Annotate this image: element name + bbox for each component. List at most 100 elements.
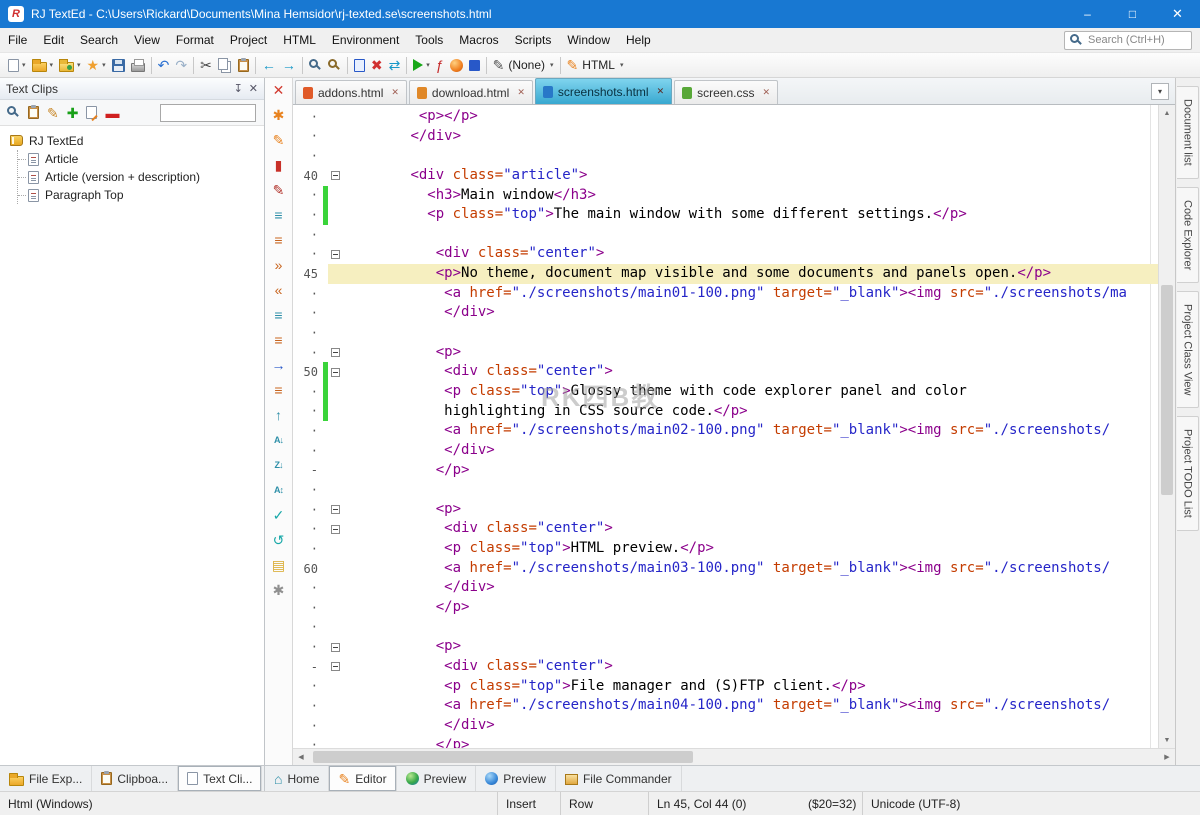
fold-column[interactable] <box>328 368 343 377</box>
sync-scroll-button[interactable]: ⇄ <box>386 54 404 76</box>
fold-column[interactable] <box>328 348 343 357</box>
close-button[interactable]: ✕ <box>1155 0 1200 28</box>
options-button[interactable]: ✱ <box>273 107 285 123</box>
syntax-scheme-button[interactable]: ✎(None)▾ <box>490 54 557 76</box>
join-lines-button[interactable]: ≡ <box>274 232 282 248</box>
view-tab-preview[interactable]: Preview <box>476 766 556 791</box>
code-line[interactable]: <p></p> <box>343 107 1158 127</box>
right-tab-document-list[interactable]: Document list <box>1177 86 1199 179</box>
menu-format[interactable]: Format <box>168 29 222 51</box>
code-line[interactable]: <p class="top">File manager and (S)FTP c… <box>343 677 1158 697</box>
menu-help[interactable]: Help <box>618 29 659 51</box>
code-line[interactable]: <div class="center"> <box>343 362 1158 382</box>
view-tab-home[interactable]: ⌂Home <box>265 766 329 791</box>
print-button[interactable] <box>128 54 148 76</box>
dropdown-arrow-icon[interactable]: ▾ <box>620 61 624 69</box>
line-operations-button[interactable]: ≡ <box>274 382 282 398</box>
menu-macros[interactable]: Macros <box>451 29 506 51</box>
fold-column[interactable] <box>328 505 343 514</box>
line-number[interactable]: · <box>293 542 323 556</box>
split-lines-button[interactable]: ≡ <box>274 332 282 348</box>
code-line[interactable]: <p> <box>343 637 1158 657</box>
fold-marker-icon[interactable] <box>331 348 340 357</box>
line-number[interactable]: · <box>293 679 323 693</box>
fold-column[interactable] <box>328 643 343 652</box>
fold-marker-icon[interactable] <box>331 505 340 514</box>
doc-tab-download-html[interactable]: download.html✕ <box>409 80 533 104</box>
tree-root[interactable]: RJ TextEd <box>10 131 264 150</box>
scroll-right-icon[interactable]: ▶ <box>1159 753 1175 761</box>
run-preview-button[interactable]: ▾ <box>410 54 433 76</box>
line-number[interactable]: - <box>293 463 323 477</box>
pen-button[interactable]: ✎ <box>273 182 285 198</box>
line-number[interactable]: · <box>293 129 323 143</box>
line-number[interactable]: · <box>293 522 323 536</box>
code-line[interactable]: </div> <box>343 441 1158 461</box>
fold-column[interactable] <box>328 250 343 259</box>
code-line[interactable]: </div> <box>343 716 1158 736</box>
panel-tab-text-cli[interactable]: Text Cli... <box>178 766 262 791</box>
sort-descending-button[interactable]: Z↓ <box>275 457 283 473</box>
paste-button[interactable] <box>235 54 252 76</box>
edit-clip-button[interactable] <box>83 102 100 124</box>
tab-close-icon[interactable]: ✕ <box>657 86 665 97</box>
panel-close-icon[interactable]: ✕ <box>249 82 258 95</box>
line-number[interactable]: · <box>293 326 323 340</box>
highlighter-button[interactable]: ✎HTML▾ <box>564 54 627 76</box>
right-tab-project-todo-list[interactable]: Project TODO List <box>1177 416 1199 531</box>
menu-window[interactable]: Window <box>559 29 618 51</box>
tab-close-icon[interactable]: ✕ <box>517 87 525 98</box>
fold-column[interactable] <box>328 171 343 180</box>
line-number[interactable]: · <box>293 738 323 748</box>
favorites-button[interactable]: ★▾ <box>84 54 109 76</box>
code-line[interactable]: <a href="./screenshots/main04-100.png" t… <box>343 696 1158 716</box>
line-number[interactable]: · <box>293 719 323 733</box>
code-line[interactable]: <div class="center"> <box>343 519 1158 539</box>
global-search-box[interactable]: Search (Ctrl+H) <box>1064 31 1192 50</box>
view-tab-file-commander[interactable]: File Commander <box>556 766 682 791</box>
code-line[interactable]: </div> <box>343 578 1158 598</box>
refresh-button[interactable]: ↺ <box>273 532 285 548</box>
line-number[interactable]: · <box>293 149 323 163</box>
remove-formatting-button[interactable]: ✖ <box>368 54 386 76</box>
tree-item-article[interactable]: Article <box>18 150 264 168</box>
pin-icon[interactable]: ↧ <box>234 82 243 95</box>
dropdown-arrow-icon[interactable]: ▾ <box>102 61 106 69</box>
tab-list-dropdown[interactable]: ▾ <box>1151 83 1169 100</box>
new-document-button[interactable]: ▾ <box>5 54 29 76</box>
dropdown-arrow-icon[interactable]: ▾ <box>550 61 554 69</box>
line-number[interactable]: · <box>293 306 323 320</box>
code-line[interactable]: <div class="center"> <box>343 657 1158 677</box>
highlight-marker-button[interactable]: ▮ <box>275 157 283 173</box>
code-line[interactable]: <a href="./screenshots/main02-100.png" t… <box>343 421 1158 441</box>
scroll-up-icon[interactable]: ▲ <box>1159 105 1175 121</box>
notes-button[interactable]: ▤ <box>272 557 285 573</box>
line-number[interactable]: · <box>293 699 323 713</box>
menu-edit[interactable]: Edit <box>35 29 72 51</box>
code-line[interactable]: <a href="./screenshots/main03-100.png" t… <box>343 559 1158 579</box>
line-number[interactable]: · <box>293 444 323 458</box>
panel-tab-clipboa[interactable]: Clipboa... <box>92 766 178 791</box>
copy-button[interactable] <box>215 54 235 76</box>
fold-marker-icon[interactable] <box>331 368 340 377</box>
document-map-button[interactable] <box>351 54 368 76</box>
insert-tag-button[interactable]: → <box>272 357 286 373</box>
code-line[interactable]: </div> <box>343 127 1158 147</box>
line-number[interactable]: · <box>293 287 323 301</box>
clipboard-button[interactable] <box>25 102 42 124</box>
move-line-up-button[interactable]: ↑ <box>275 407 282 423</box>
open-in-browser-button[interactable] <box>447 54 466 76</box>
menu-search[interactable]: Search <box>72 29 126 51</box>
menu-tools[interactable]: Tools <box>407 29 451 51</box>
code-line[interactable]: highlighting in CSS source code.</p> <box>343 402 1158 422</box>
undo-button[interactable]: ↶ <box>155 54 173 76</box>
scroll-down-icon[interactable]: ▼ <box>1159 732 1175 748</box>
right-tab-code-explorer[interactable]: Code Explorer <box>1177 187 1199 283</box>
horizontal-scroll-thumb[interactable] <box>313 751 693 763</box>
doc-tab-screenshots-html[interactable]: screenshots.html✕ <box>535 78 672 104</box>
fold-column[interactable] <box>328 525 343 534</box>
menu-html[interactable]: HTML <box>275 29 324 51</box>
line-number[interactable]: 50 <box>293 365 323 379</box>
find-in-files-button[interactable] <box>325 54 344 76</box>
align-lines-button[interactable]: ≡ <box>274 207 282 223</box>
